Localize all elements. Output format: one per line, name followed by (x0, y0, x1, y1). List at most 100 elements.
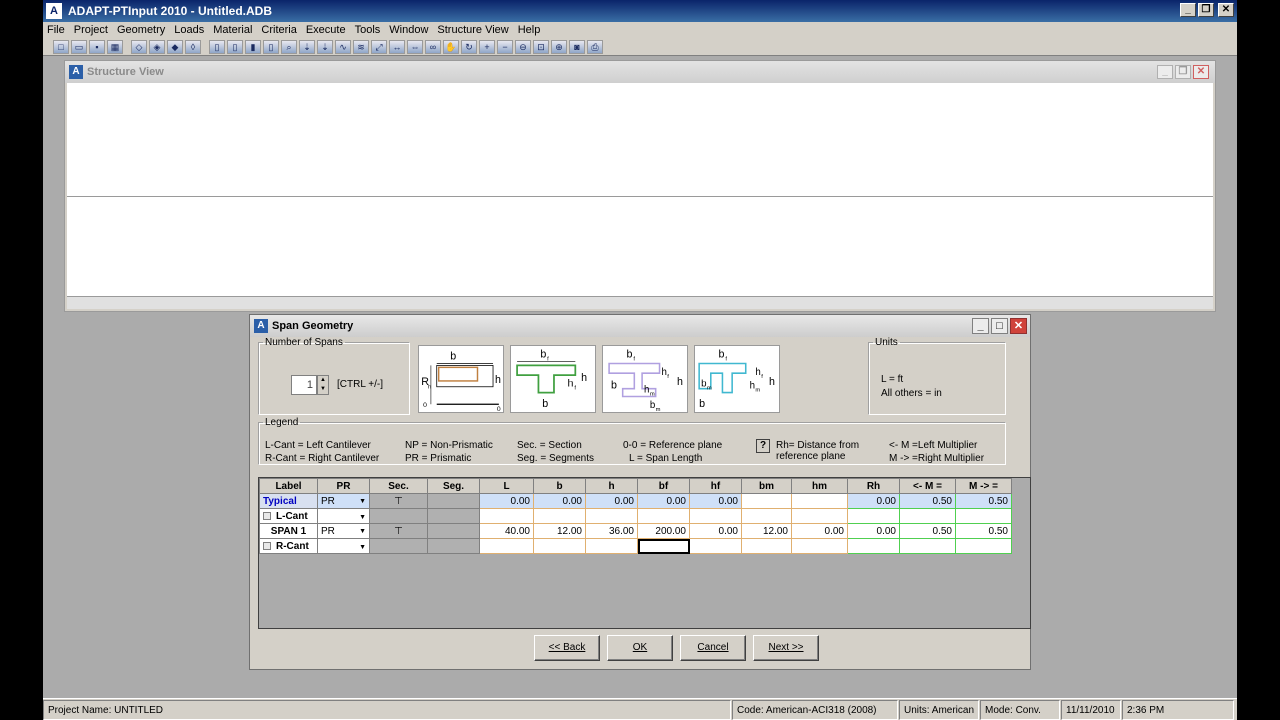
cell-right-m[interactable] (955, 538, 1012, 554)
cell-h[interactable] (585, 508, 638, 524)
minimize-button[interactable]: _ (1180, 3, 1196, 17)
cell-bf[interactable]: 200.00 (637, 523, 690, 539)
segment-button[interactable] (427, 523, 480, 539)
pr-dropdown[interactable]: ▼ (317, 538, 370, 554)
wall-icon[interactable]: ▮ (245, 39, 261, 54)
zoom-out-icon[interactable]: − (497, 39, 513, 54)
cell-right-m[interactable]: 0.50 (955, 493, 1012, 509)
segment-button[interactable] (427, 508, 480, 524)
section-button[interactable]: ⊤ (369, 493, 428, 509)
segment-button[interactable] (427, 493, 480, 509)
row-label[interactable]: L-Cant (259, 508, 318, 524)
cell-h[interactable] (585, 538, 638, 554)
cell-l[interactable] (479, 508, 534, 524)
cancel-button[interactable]: Cancel (680, 635, 746, 661)
cell-h[interactable]: 0.00 (585, 493, 638, 509)
column-icon[interactable]: ▯ (209, 39, 225, 54)
cell-l[interactable]: 40.00 (479, 523, 534, 539)
rotate-icon[interactable]: ↻ (461, 39, 477, 54)
segment-button[interactable] (427, 538, 480, 554)
dialog-close-button[interactable]: ✕ (1010, 318, 1027, 334)
spans-spinner[interactable]: ▲ ▼ (317, 375, 329, 395)
dialog-maximize-button[interactable]: □ (991, 318, 1008, 334)
cell-l[interactable] (479, 538, 534, 554)
cell-bm[interactable] (741, 508, 792, 524)
cell-hf[interactable]: 0.00 (689, 523, 742, 539)
pr-dropdown[interactable]: PR ▼ (317, 493, 370, 509)
section-t-beam-option[interactable]: b f h f h b (510, 345, 596, 413)
section-i-beam-option[interactable]: b f h f h h m b b m (602, 345, 688, 413)
cell-left-m[interactable] (899, 538, 956, 554)
row-label[interactable]: SPAN 1 (259, 523, 318, 539)
menu-geometry[interactable]: Geometry (113, 24, 170, 36)
close-button[interactable]: ✕ (1218, 3, 1234, 17)
support-icon[interactable]: ▯ (263, 39, 279, 54)
rebar-icon[interactable]: ≋ (353, 39, 369, 54)
zoom-extents-icon[interactable]: ⊕ (551, 39, 567, 54)
menu-window[interactable]: Window (385, 24, 433, 36)
cell-bm[interactable]: 12.00 (741, 523, 792, 539)
menu-execute[interactable]: Execute (302, 24, 351, 36)
cell-bf[interactable]: 0.00 (637, 493, 690, 509)
print-icon[interactable]: ⎙ (587, 39, 603, 54)
back-button[interactable]: << Back (534, 635, 600, 661)
load-icon[interactable]: ⇣ (299, 39, 315, 54)
ok-button[interactable]: OK (607, 635, 673, 661)
view-top-icon[interactable]: ◈ (149, 39, 165, 54)
cell-rh[interactable] (847, 538, 900, 554)
cell-hf[interactable] (689, 538, 742, 554)
cell-hf[interactable] (689, 508, 742, 524)
zoom-in-icon[interactable]: + (479, 39, 495, 54)
row-checkbox[interactable] (263, 541, 271, 550)
row-label[interactable]: Typical (259, 493, 318, 509)
restore-button[interactable]: ❐ (1198, 3, 1214, 17)
menu-tools[interactable]: Tools (351, 24, 386, 36)
pr-dropdown[interactable]: ▼ (317, 508, 370, 524)
cell-left-m[interactable] (899, 508, 956, 524)
cell-b[interactable] (533, 508, 586, 524)
structure-view-minimize-button[interactable]: _ (1157, 65, 1173, 79)
menu-help[interactable]: Help (514, 24, 546, 36)
row-label[interactable]: R-Cant (259, 538, 318, 554)
grid-icon[interactable]: ▦ (107, 39, 123, 54)
save-icon[interactable]: ▪ (89, 39, 105, 54)
section-button[interactable] (369, 538, 428, 554)
measure-icon[interactable]: ↔ (389, 39, 405, 54)
cell-right-m[interactable]: 0.50 (955, 523, 1012, 539)
cell-b[interactable]: 0.00 (533, 493, 586, 509)
cell-bf-selected[interactable] (637, 538, 690, 554)
cell-hm[interactable] (791, 493, 848, 509)
tendon-icon[interactable]: ∿ (335, 39, 351, 54)
next-button[interactable]: Next >> (753, 635, 819, 661)
section-button[interactable]: ⊤ (369, 523, 428, 539)
cell-hm[interactable] (791, 538, 848, 554)
cell-b[interactable] (533, 538, 586, 554)
structure-view-canvas[interactable] (67, 83, 1213, 297)
section-double-t-option[interactable]: b f h f h b m h m b (694, 345, 780, 413)
cell-bm[interactable] (741, 493, 792, 509)
cell-rh[interactable] (847, 508, 900, 524)
new-file-icon[interactable]: □ (53, 39, 69, 54)
menu-loads[interactable]: Loads (170, 24, 209, 36)
zoom-window-icon[interactable]: ⊡ (533, 39, 549, 54)
cell-left-m[interactable]: 0.50 (899, 523, 956, 539)
scale-icon[interactable]: ⇔ (407, 39, 423, 54)
cell-rh[interactable]: 0.00 (847, 493, 900, 509)
menu-file[interactable]: File (43, 24, 70, 36)
open-folder-icon[interactable]: ▭ (71, 39, 87, 54)
cell-b[interactable]: 12.00 (533, 523, 586, 539)
structure-view-close-button[interactable]: ✕ (1193, 65, 1209, 79)
column-2-icon[interactable]: ▯ (227, 39, 243, 54)
zoom-all-icon[interactable]: ⊖ (515, 39, 531, 54)
menu-material[interactable]: Material (209, 24, 257, 36)
cell-left-m[interactable]: 0.50 (899, 493, 956, 509)
section-rectangular-option[interactable]: b R h h 0 0 (418, 345, 504, 413)
row-checkbox[interactable] (263, 511, 271, 520)
pan-hand-icon[interactable]: ✋ (443, 39, 459, 54)
find-icon[interactable]: ⌕ (281, 39, 297, 54)
menu-project[interactable]: Project (70, 24, 113, 36)
cell-hm[interactable] (791, 508, 848, 524)
cell-rh[interactable]: 0.00 (847, 523, 900, 539)
dialog-minimize-button[interactable]: _ (972, 318, 989, 334)
load-2-icon[interactable]: ⇣ (317, 39, 333, 54)
